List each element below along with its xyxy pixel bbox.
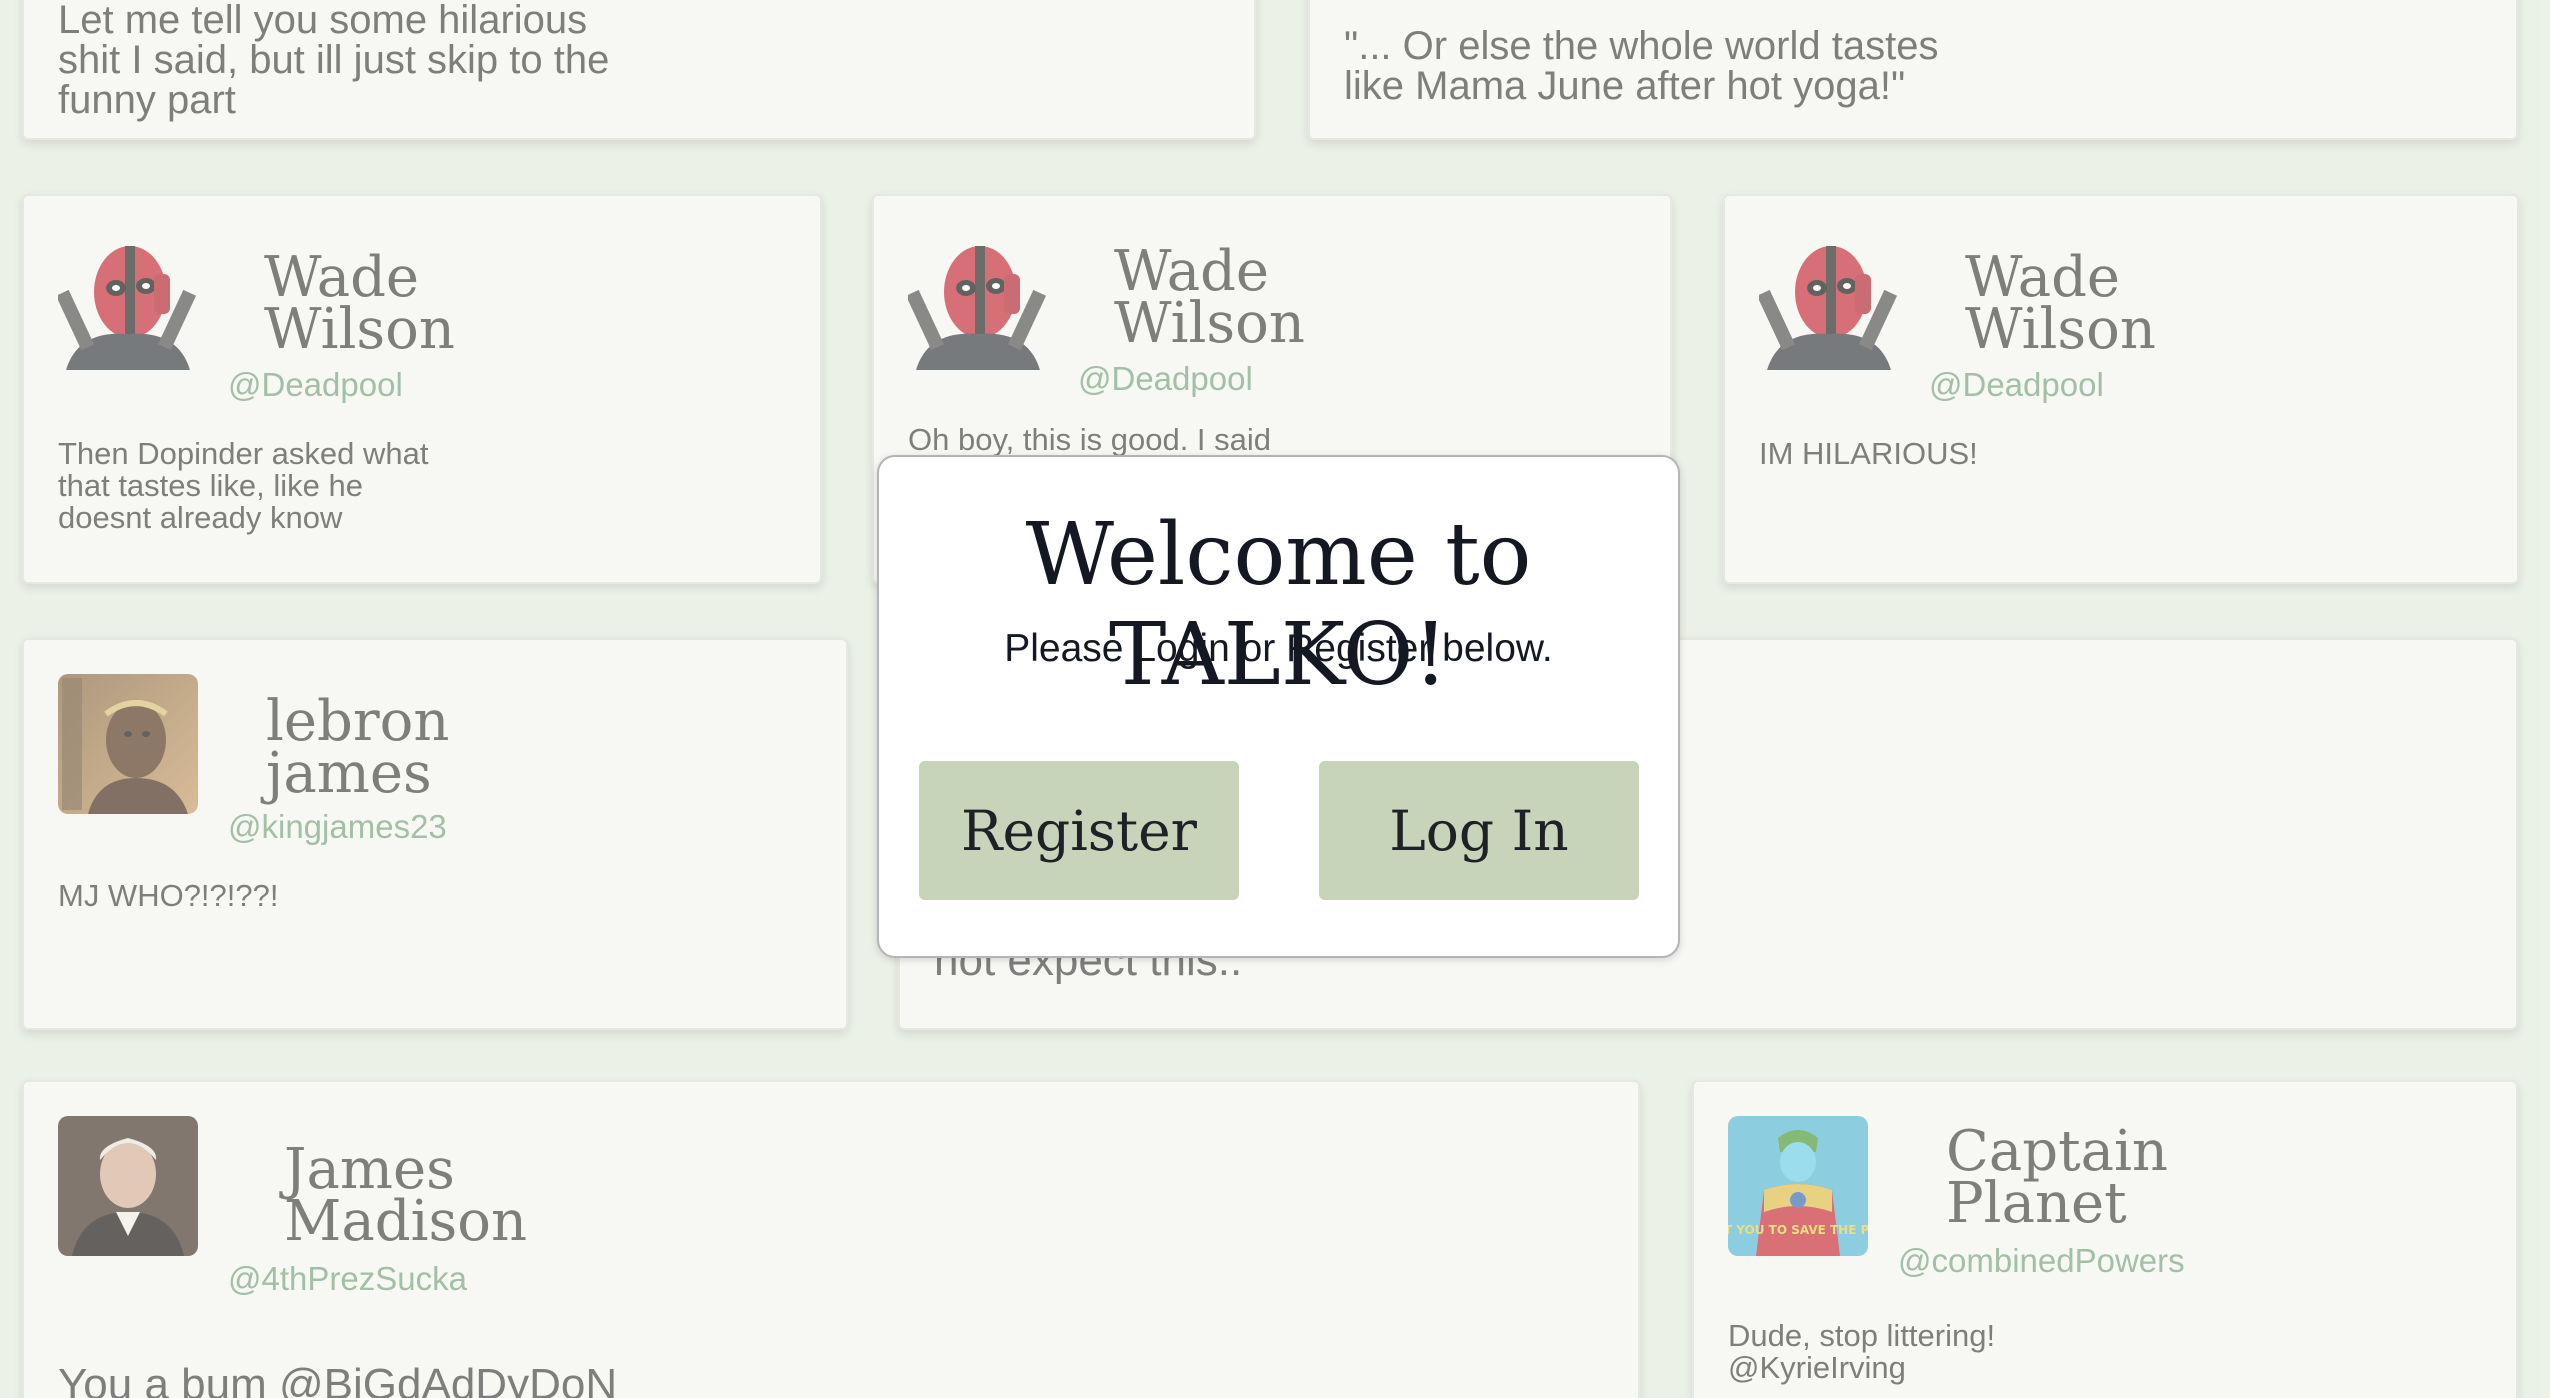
login-button[interactable]: Log In: [1319, 761, 1639, 900]
welcome-modal: Welcome to TALKO! Please Login or Regist…: [877, 455, 1680, 958]
register-button[interactable]: Register: [919, 761, 1239, 900]
modal-title: Welcome to TALKO!: [1025, 505, 1532, 705]
modal-subtitle: Please Login or Register below.: [1004, 627, 1553, 670]
